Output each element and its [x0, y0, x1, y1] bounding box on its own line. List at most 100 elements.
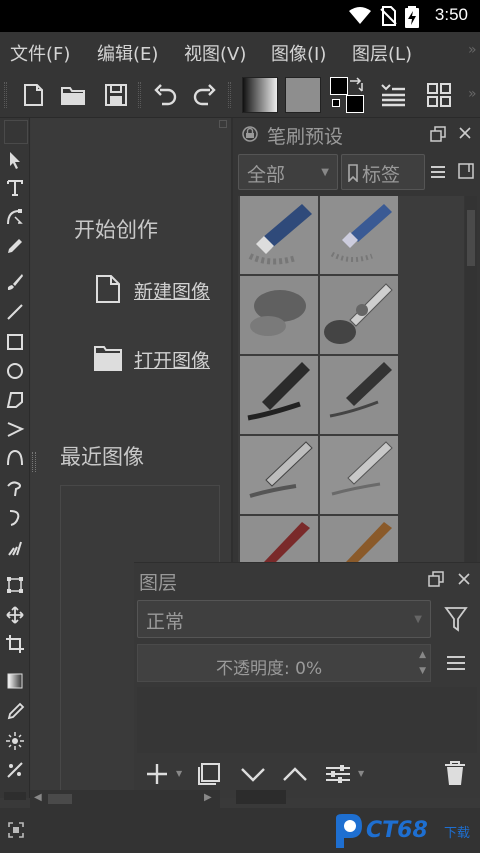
add-layer-icon[interactable] [144, 761, 170, 787]
chevron-down-icon: ▼ [414, 614, 422, 625]
opacity-slider[interactable]: 不透明度: 0% ▲ ▼ [137, 644, 431, 682]
menu-edit[interactable]: 编辑(E) [97, 40, 158, 66]
menu-file[interactable]: 文件(F) [10, 40, 70, 66]
brush-preset-pencil[interactable] [240, 436, 318, 514]
toolbox-splitter-grip[interactable] [32, 452, 36, 472]
toolbox-handle [4, 120, 28, 144]
bezier-curve-icon[interactable] [5, 448, 25, 468]
new-document-icon[interactable] [18, 80, 48, 110]
toolbar-overflow-icon[interactable]: » [468, 86, 477, 102]
ellipse-tool-icon[interactable] [5, 361, 25, 381]
crop-tool-icon[interactable] [5, 634, 25, 654]
line-tool-icon[interactable] [5, 302, 25, 322]
blend-mode-value: 正常 [146, 611, 185, 633]
blend-mode-dropdown[interactable]: 正常 ▼ [137, 600, 431, 638]
layer-properties-dropdown-icon[interactable]: ▼ [358, 769, 364, 778]
brush-preset-airbrush[interactable] [240, 276, 318, 354]
assistant-tool-icon[interactable] [5, 760, 25, 780]
brush-presets-title: 笔刷预设 [267, 126, 344, 148]
menu-image[interactable]: 图像(I) [271, 40, 326, 66]
new-image-link[interactable]: 新建图像 [134, 277, 210, 304]
canvas-horizontal-scrollbar[interactable]: ◀ ▶ [30, 790, 220, 808]
new-image-icon[interactable] [95, 274, 121, 304]
brush-filter-dropdown[interactable]: 全部 ▼ [238, 154, 338, 190]
brush-preset-pencil-soft[interactable] [320, 436, 398, 514]
freehand-path-icon[interactable] [5, 478, 25, 498]
move-layer-up-icon[interactable] [281, 761, 309, 787]
menu-bar: 文件(F) 编辑(E) 视图(V) 图像(I) 图层(L) » [0, 32, 480, 72]
fullscreen-icon[interactable] [8, 822, 24, 838]
no-sim-icon [380, 6, 397, 26]
bottom-status-bar: CT68 下载 [0, 790, 480, 853]
brush-preset-ink-pen[interactable] [240, 356, 318, 434]
brush-preset-paint-brush-wet[interactable] [320, 516, 398, 564]
toolbox-scroll-down[interactable] [4, 792, 26, 800]
add-layer-dropdown-icon[interactable]: ▼ [176, 769, 182, 778]
open-image-link[interactable]: 打开图像 [134, 346, 210, 373]
close-docker-icon[interactable] [458, 126, 472, 140]
brush-preset-eraser-hard[interactable] [320, 196, 398, 274]
pattern-selector[interactable] [285, 77, 321, 113]
fg-bg-color-selector[interactable] [330, 77, 366, 113]
menu-view[interactable]: 视图(V) [184, 40, 246, 66]
calligraphy-icon[interactable] [5, 236, 25, 256]
redo-icon[interactable] [190, 80, 220, 110]
layer-list[interactable] [137, 687, 477, 753]
menu-layer[interactable]: 图层(L) [352, 40, 412, 66]
delete-layer-icon[interactable] [442, 759, 468, 787]
brush-grid [238, 196, 464, 566]
float-docker-icon[interactable] [430, 126, 446, 142]
brush-preset-paint-brush[interactable] [240, 516, 318, 564]
brush-preset-ink-pen-soft[interactable] [320, 356, 398, 434]
layers-docker: 图层 正常 ▼ 不透明度: 0% ▲ ▼ ▼ ▼ [134, 562, 480, 798]
filter-icon[interactable] [444, 606, 468, 632]
open-folder-icon[interactable] [58, 80, 88, 110]
scroll-left-icon[interactable]: ◀ [34, 792, 42, 803]
close-layers-docker-icon[interactable] [457, 572, 471, 586]
scroll-right-icon[interactable]: ▶ [204, 792, 212, 803]
tag-filter-button[interactable]: 标签 [341, 154, 425, 190]
watermark-p-icon [336, 814, 362, 848]
workspace-grid-icon[interactable] [424, 80, 454, 110]
brush-settings-icon[interactable] [378, 80, 408, 110]
move-tool-icon[interactable] [5, 605, 25, 625]
zoom-field[interactable] [236, 790, 286, 804]
float-layers-docker-icon[interactable] [428, 571, 444, 587]
layer-properties-icon[interactable] [324, 761, 352, 787]
brush-detail-icon[interactable] [457, 162, 475, 180]
layer-options-menu-icon[interactable] [446, 654, 466, 672]
opacity-label: 不透明度: 0% [216, 659, 323, 679]
gradient-selector[interactable] [242, 77, 278, 113]
color-picker-icon[interactable] [5, 702, 25, 722]
brush-preset-airbrush-pen[interactable] [320, 276, 398, 354]
view-options-icon[interactable] [430, 164, 446, 180]
polyline-tool-icon[interactable] [5, 419, 25, 439]
rectangle-tool-icon[interactable] [5, 332, 25, 352]
open-image-icon[interactable] [93, 344, 123, 372]
clock-time: 3:50 [434, 5, 468, 24]
undo-icon[interactable] [150, 80, 180, 110]
brush-preset-eraser-soft[interactable] [240, 196, 318, 274]
battery-charging-icon [405, 6, 419, 28]
select-shapes-icon[interactable] [5, 150, 25, 170]
smart-patch-icon[interactable] [5, 731, 25, 751]
brush-filter-value: 全部 [247, 164, 286, 186]
watermark-text: CT68 [366, 818, 428, 843]
lock-docker-icon[interactable] [241, 125, 259, 143]
toolbar-separator [138, 82, 141, 108]
multibrush-icon[interactable] [5, 538, 25, 558]
text-tool-icon[interactable] [5, 178, 25, 198]
freehand-brush-icon[interactable] [5, 272, 25, 292]
transform-tool-icon[interactable] [5, 575, 25, 595]
swap-colors-icon[interactable] [348, 77, 364, 93]
edit-shapes-icon[interactable] [5, 207, 25, 227]
duplicate-layer-icon[interactable] [196, 761, 222, 787]
save-icon[interactable] [101, 80, 131, 110]
menu-overflow-icon[interactable]: » [468, 42, 477, 58]
dynamic-brush-icon[interactable] [5, 508, 25, 528]
polygon-tool-icon[interactable] [5, 390, 25, 410]
brush-scrollbar[interactable] [465, 196, 477, 566]
move-layer-down-icon[interactable] [239, 761, 267, 787]
opacity-stepper[interactable]: ▲ ▼ [419, 647, 426, 679]
gradient-tool-icon[interactable] [5, 671, 25, 691]
